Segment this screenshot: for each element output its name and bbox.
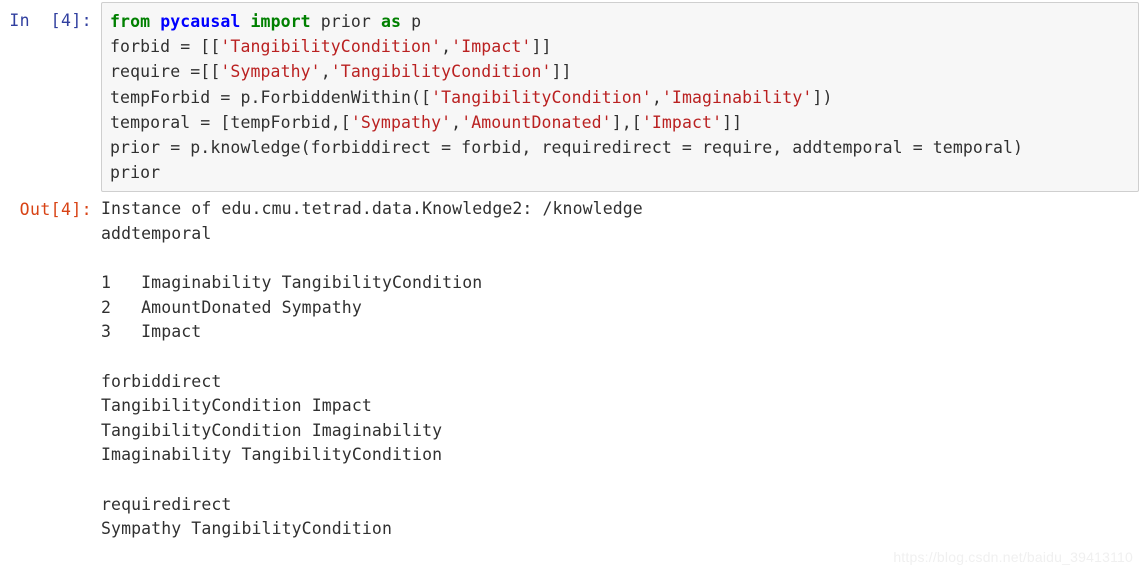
output-line: Instance of edu.cmu.tetrad.data.Knowledg… [101,199,643,219]
notebook-container: In [4]: from pycausal import prior as pf… [0,0,1139,542]
code-token-kw: from [110,12,151,31]
output-blank-line [101,247,1139,272]
output-blank-line [101,468,1139,493]
code-token-txt: tempForbid = p.ForbiddenWithin([ [110,87,432,107]
code-token-txt: ]) [812,87,833,107]
code-line: prior [110,160,1130,185]
output-line: requiredirect [101,494,232,514]
code-line: tempForbid = p.ForbiddenWithin(['Tangibi… [110,85,1130,110]
code-token-str: 'TangibilityCondition' [431,87,652,107]
output-line: TangibilityCondition Impact [101,396,372,416]
output-line: Sympathy TangibilityCondition [101,519,392,539]
code-token-txt: prior = p.knowledge(forbiddirect = forbi… [110,138,1024,158]
output-prompt-label: Out[4]: [19,200,92,220]
output-line: addtemporal [101,224,212,244]
code-token-kw: import [250,12,311,31]
output-area: Instance of edu.cmu.tetrad.data.Knowledg… [101,192,1139,541]
code-token-txt: require =[[ [110,62,221,82]
code-token-str: 'Sympathy' [220,62,321,82]
code-token-txt: prior [310,12,381,31]
output-line: TangibilityCondition Imaginability [101,420,443,440]
code-token-str: 'Impact' [641,112,723,132]
code-token-txt: ]] [531,37,552,57]
code-token-txt: temporal = [tempForbid,[ [110,112,351,132]
input-prompt-label: In [4]: [9,11,92,30]
code-token-txt: p [401,12,422,31]
code-token-kw: as [380,12,402,31]
code-token-txt: ]] [722,112,743,132]
output-line: 2 AmountDonated Sympathy [101,297,362,317]
output-line: Imaginability TangibilityCondition [101,445,443,465]
code-token-txt: , [320,62,331,82]
code-line: from pycausal import prior as p [110,9,1130,34]
code-line: forbid = [['TangibilityCondition','Impac… [110,34,1130,59]
output-line: 1 Imaginability TangibilityCondition [101,273,483,293]
code-editor[interactable]: from pycausal import prior as p forbid = … [101,2,1139,193]
output-cell: Out[4]: Instance of edu.cmu.tetrad.data.… [0,192,1139,541]
code-block[interactable]: from pycausal import prior as p forbid = … [110,9,1130,185]
code-token-str: 'AmountDonated' [461,112,612,132]
code-token-txt: ],[ [611,112,642,132]
output-line: forbiddirect [101,371,222,391]
watermark-text: https://blog.csdn.net/baidu_39413110 [893,549,1133,565]
code-token-str: 'Sympathy' [350,112,452,132]
code-token-txt: ]] [551,62,572,82]
code-token-txt: , [451,112,462,132]
output-blank-line [101,345,1139,370]
code-token-str: 'TangibilityCondition' [220,37,442,57]
output-line: 3 Impact [101,322,202,342]
code-token-txt: prior [110,163,161,183]
code-token-str: 'Impact' [451,37,532,57]
code-token-txt: , [441,37,452,57]
code-token-mod: pycausal [160,12,241,31]
output-text: Instance of edu.cmu.tetrad.data.Knowledg… [101,197,1139,541]
code-line: require =[['Sympathy','TangibilityCondit… [110,59,1130,84]
code-token-txt: forbid = [[ [110,37,221,57]
code-line: temporal = [tempForbid,['Sympathy','Amou… [110,110,1130,135]
code-line: prior = p.knowledge(forbiddirect = forbi… [110,135,1130,160]
code-token-txt: , [651,87,662,107]
input-cell: In [4]: from pycausal import prior as pf… [0,0,1139,193]
code-token-str: 'TangibilityCondition' [330,62,552,82]
code-token-str: 'Imaginability' [661,87,813,107]
